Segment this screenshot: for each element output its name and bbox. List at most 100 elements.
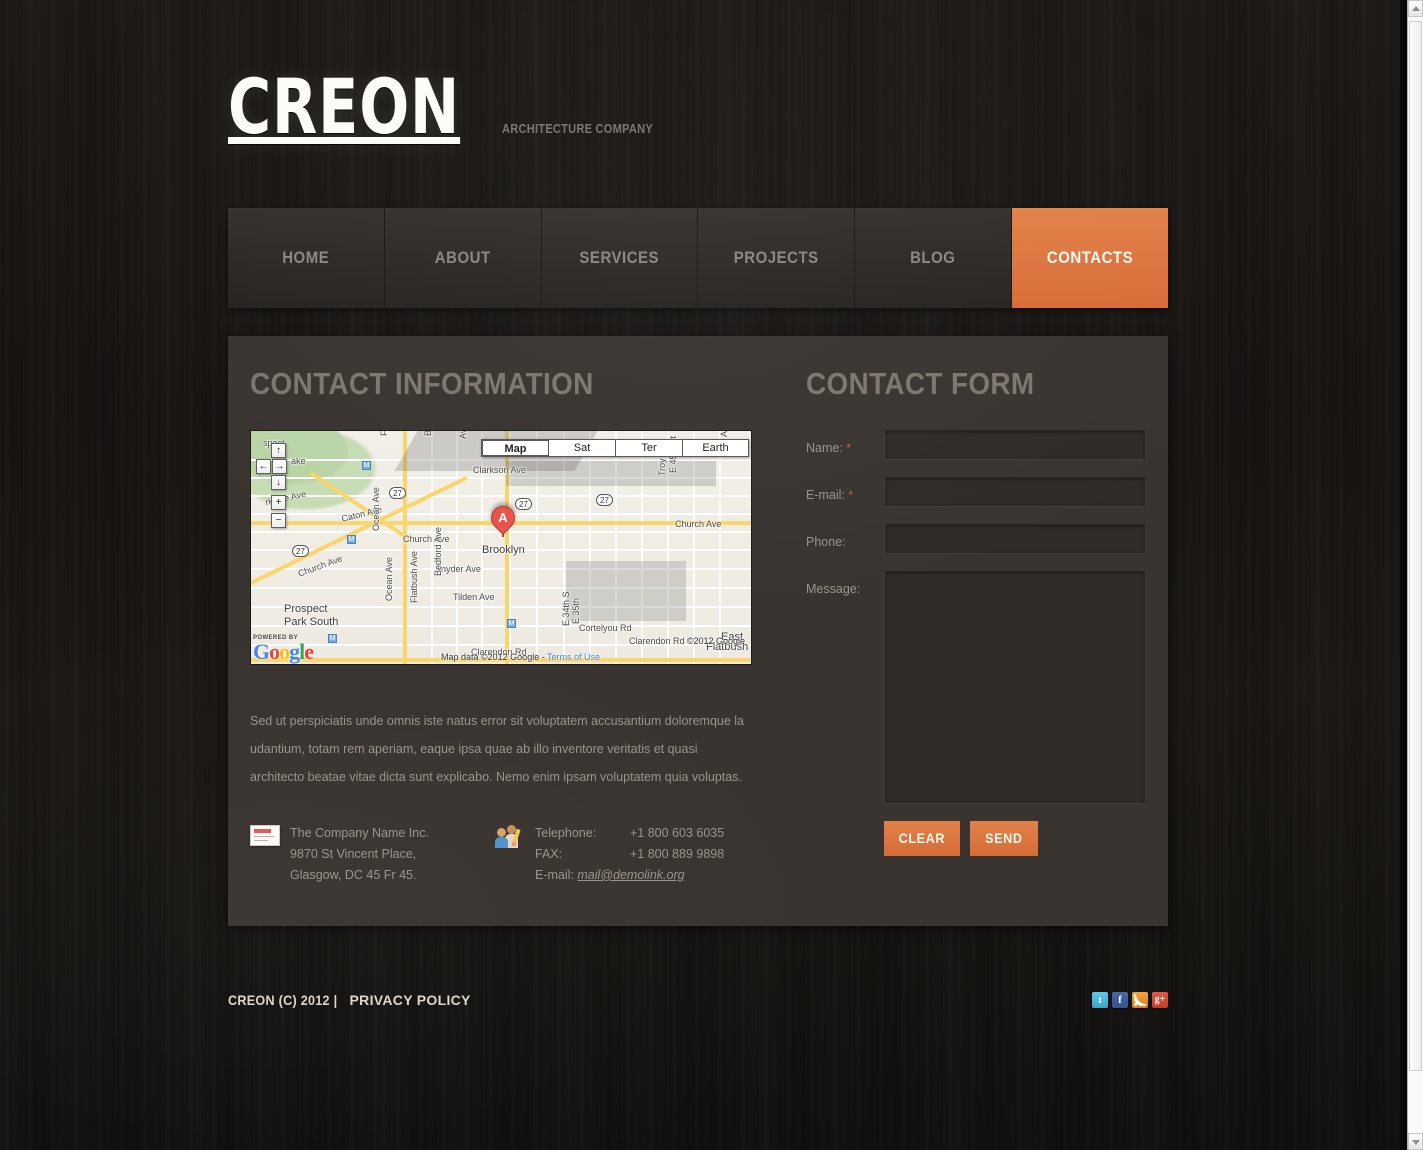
nav-label-about: About xyxy=(434,247,491,267)
map-type-ter[interactable]: Ter xyxy=(615,438,682,457)
phone-label: Phone: xyxy=(806,534,846,549)
transit-icon: M xyxy=(507,618,516,628)
map-label: Cortelyou Rd xyxy=(579,622,632,633)
map-label: Ocean Ave xyxy=(384,557,394,601)
map-type-control: Map Sat Ter Earth xyxy=(481,438,749,457)
map-pan-right-button[interactable]: → xyxy=(272,458,287,474)
facebook-icon[interactable]: f xyxy=(1112,991,1128,1008)
contact-form-title: Contact Form xyxy=(806,365,1035,401)
map-label: Church Ave xyxy=(675,518,722,529)
contact-information-column: Contact Information xyxy=(250,366,786,886)
map-label: Bedford Ave xyxy=(423,431,433,436)
map-label: Prospect xyxy=(284,602,328,615)
send-button[interactable]: Send xyxy=(970,820,1038,856)
highway-shield: 27 xyxy=(515,497,532,510)
map-label: Clarkson Ave xyxy=(473,464,526,475)
transit-icon: M xyxy=(328,633,337,643)
map-label: E 34th S xyxy=(561,591,571,626)
contact-information-paragraph: Sed ut perspiciatis unde omnis iste natu… xyxy=(250,713,745,784)
map-pan-up-button[interactable]: ↑ xyxy=(271,442,286,458)
map-label: Bedford Ave xyxy=(433,527,443,576)
logo-link[interactable]: CREON xyxy=(228,69,460,145)
nav-item-contacts[interactable]: Contacts xyxy=(1012,207,1168,308)
map-terms-link[interactable]: Terms of Use xyxy=(547,652,600,662)
site-footer: CREON (C) 2012 | Privacy Policy t f g+ xyxy=(228,991,1168,1048)
google-letter: g xyxy=(289,638,300,664)
nav-label-contacts: Contacts xyxy=(1046,247,1134,267)
highway-shield: 27 xyxy=(596,493,613,506)
logo-tagline: Architecture Company xyxy=(502,121,654,136)
address-block: The Company Name Inc. 9870 St Vincent Pl… xyxy=(250,823,495,886)
nav-item-about[interactable]: About xyxy=(384,207,542,308)
map-label: Park South xyxy=(284,615,339,628)
site-header: CREON Architecture Company xyxy=(228,0,1168,145)
people-icon xyxy=(495,823,535,886)
google-letter: G xyxy=(253,638,270,664)
twitter-icon[interactable]: t xyxy=(1092,991,1108,1008)
google-map[interactable]: spect ake rkside Ave Caton Ave Church Av… xyxy=(250,429,752,665)
map-label: Ocean Ave xyxy=(371,487,381,531)
map-pan-left-button[interactable]: ← xyxy=(256,458,271,474)
email-input[interactable] xyxy=(884,476,1146,507)
google-plus-icon[interactable]: g+ xyxy=(1152,991,1168,1008)
phone-input[interactable] xyxy=(884,523,1146,554)
name-label: Name: * xyxy=(806,440,851,455)
nav-item-services[interactable]: Services xyxy=(541,207,699,308)
map-zoom-in-button[interactable]: + xyxy=(271,494,286,510)
social-links: t f g+ xyxy=(1092,991,1168,1008)
map-type-earth[interactable]: Earth xyxy=(682,438,749,457)
transit-icon: M xyxy=(362,460,371,470)
map-label: Tilden Ave xyxy=(453,591,495,602)
scrollbar-thumb[interactable] xyxy=(1409,21,1422,1071)
required-marker: * xyxy=(846,440,851,455)
map-type-map[interactable]: Map xyxy=(481,438,548,457)
google-wordmark: Google xyxy=(253,638,314,664)
email-link[interactable]: mail@demolink.org xyxy=(577,865,684,886)
browser-scrollbar[interactable] xyxy=(1407,0,1423,1150)
map-label: Brooklyn xyxy=(482,543,525,556)
address-line-1: The Company Name Inc. xyxy=(290,825,429,840)
scroll-down-button[interactable] xyxy=(1408,1133,1423,1150)
map-copyright: ©2012 Google xyxy=(686,635,745,646)
message-label: Message: xyxy=(806,581,861,596)
contact-form: Name: * E-mail: * Phone: Message: CLEAR … xyxy=(806,429,1146,856)
scroll-up-button[interactable] xyxy=(1408,0,1423,17)
map-zoom-out-button[interactable]: − xyxy=(271,512,286,528)
scrollbar-track[interactable] xyxy=(1408,17,1423,1133)
phone-block: Telephone: +1 800 603 6035 FAX: +1 800 8… xyxy=(495,823,755,886)
map-attribution-text: Map data ©2012 Google - xyxy=(441,651,548,662)
map-label: E 35th xyxy=(571,597,581,624)
chevron-up-icon xyxy=(1411,5,1420,11)
nav-item-home[interactable]: Home xyxy=(228,207,385,308)
form-row-message: Message: xyxy=(806,570,1146,804)
telephone-value: +1 800 603 6035 xyxy=(630,825,725,840)
nav-label-blog: Blog xyxy=(910,247,956,267)
google-letter: e xyxy=(304,638,314,664)
map-type-sat[interactable]: Sat xyxy=(548,438,615,457)
message-textarea[interactable] xyxy=(884,570,1146,804)
map-label: Clarendon Rd xyxy=(629,635,685,646)
google-letter: o xyxy=(269,638,280,664)
copyright-text: CREON (C) 2012 | Privacy Policy xyxy=(228,992,471,1008)
content-panel: Contact Information xyxy=(228,335,1168,926)
highway-shield: 27 xyxy=(292,544,309,557)
contact-details: The Company Name Inc. 9870 St Vincent Pl… xyxy=(250,823,786,886)
form-row-phone: Phone: xyxy=(806,523,1146,554)
map-marker-label: A xyxy=(498,509,508,525)
main-navigation: Home About Services Projects Blog Contac… xyxy=(228,207,1168,308)
rss-icon[interactable] xyxy=(1132,991,1148,1008)
map-label: Ave xyxy=(458,429,468,439)
contact-information-title: Contact Information xyxy=(250,365,594,401)
clear-button[interactable]: Clear xyxy=(884,820,960,856)
nav-label-projects: Projects xyxy=(733,247,819,267)
map-pan-down-button[interactable]: ↓ xyxy=(271,474,286,490)
privacy-policy-link[interactable]: Privacy Policy xyxy=(350,992,471,1008)
transit-icon: M xyxy=(347,534,356,544)
nav-item-projects[interactable]: Projects xyxy=(698,207,856,308)
form-row-email: E-mail: * xyxy=(806,476,1146,507)
nav-item-blog[interactable]: Blog xyxy=(855,207,1013,308)
form-actions: Clear Send xyxy=(884,820,1146,856)
google-logo[interactable]: POWERED BY Google xyxy=(253,635,314,664)
google-letter: o xyxy=(279,638,290,664)
name-input[interactable] xyxy=(884,429,1146,460)
